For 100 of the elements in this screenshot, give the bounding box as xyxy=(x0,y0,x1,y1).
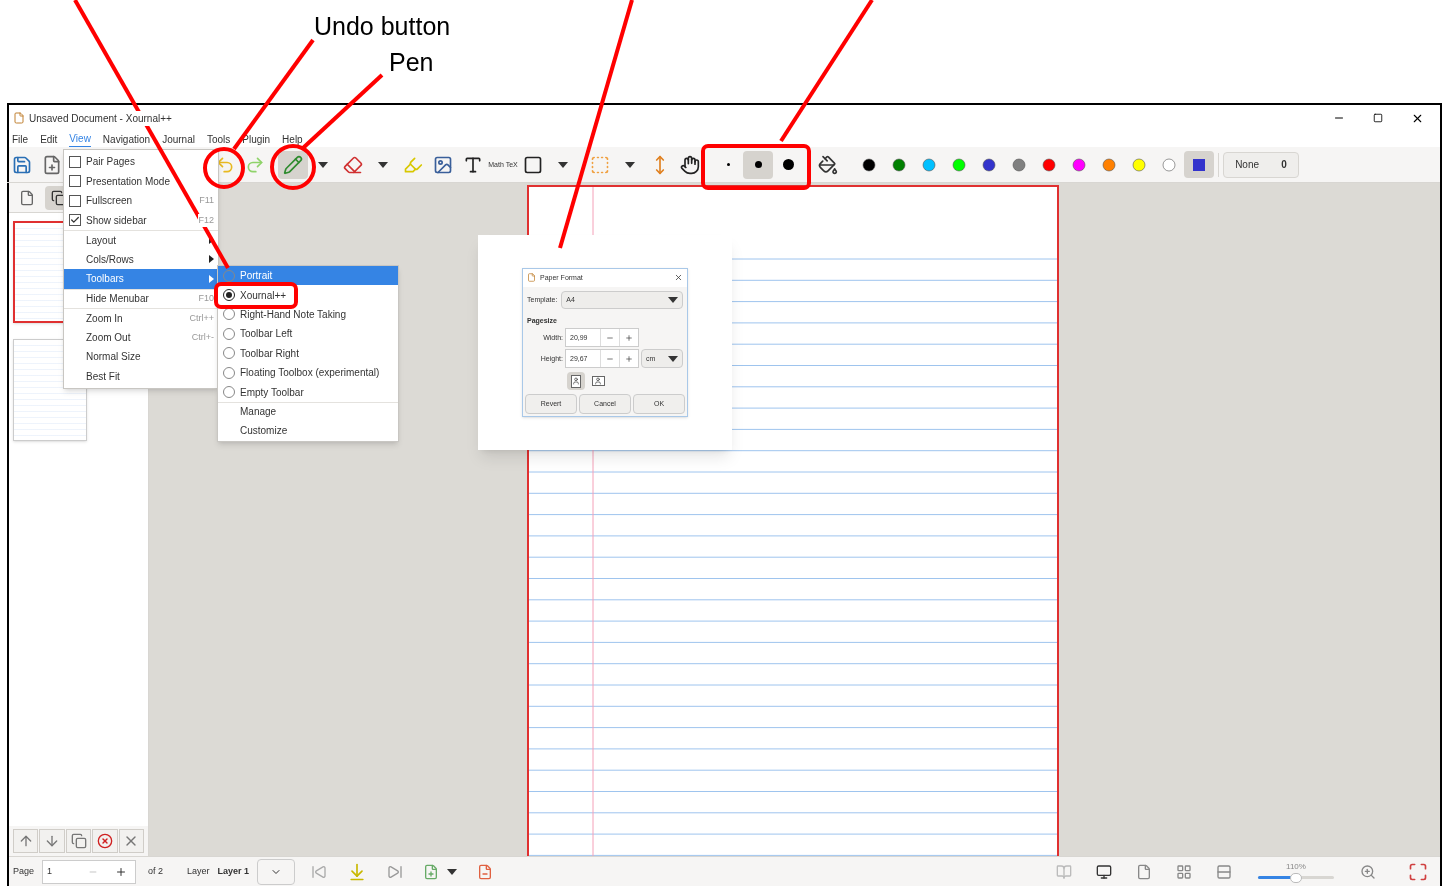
highlight-circle xyxy=(270,144,316,190)
down-page-button[interactable] xyxy=(39,829,65,853)
menu-item-label: Hide Menubar xyxy=(86,292,150,307)
menu-item[interactable]: Presentation Mode xyxy=(64,171,218,191)
menu-item[interactable]: Manage xyxy=(218,401,398,422)
rows-icon[interactable] xyxy=(1216,863,1232,880)
dropdown-caret-icon[interactable] xyxy=(625,161,635,168)
page-number-field[interactable]: 1 xyxy=(42,859,137,884)
menu-title[interactable]: Navigation xyxy=(102,131,151,147)
menu-item[interactable]: Portrait xyxy=(218,266,398,286)
menu-item-label: Presentation Mode xyxy=(86,174,171,189)
size-button[interactable] xyxy=(743,150,773,179)
menu-item[interactable]: Pair Pages xyxy=(64,152,218,172)
menu-item[interactable]: Xournal++ xyxy=(218,285,398,305)
copy-page-button[interactable] xyxy=(65,829,92,853)
delete-page-icon[interactable] xyxy=(477,863,494,880)
menu-title[interactable]: View xyxy=(69,131,91,147)
eraser-icon xyxy=(343,154,363,175)
add-page-icon[interactable] xyxy=(423,863,440,880)
menu-item[interactable]: Empty Toolbar xyxy=(218,382,398,402)
dropdown-caret-icon[interactable] xyxy=(378,161,388,168)
delete-page-button[interactable] xyxy=(92,829,118,853)
menu-item[interactable]: Normal Size xyxy=(64,347,218,367)
app-icon xyxy=(13,112,25,124)
highlighter-icon xyxy=(403,154,423,175)
menu-item-label: Portrait xyxy=(240,269,273,284)
close-page-button[interactable] xyxy=(118,829,145,853)
menu-item-label: Xournal++ xyxy=(240,288,287,303)
menu-item-label: Customize xyxy=(240,424,288,439)
page-label: Page xyxy=(13,864,35,878)
copy-icon xyxy=(70,833,87,849)
dropdown-caret-icon[interactable] xyxy=(558,161,568,168)
menu-item[interactable]: Layout xyxy=(64,230,218,250)
checkbox[interactable] xyxy=(69,214,81,227)
menu-item[interactable]: Show sidebar F12 xyxy=(64,210,218,230)
zoom-level: 110% xyxy=(1286,860,1306,873)
layer-name: Layer 1 xyxy=(217,864,250,878)
window-title: Unsaved Document - Xournal++ xyxy=(29,110,172,126)
plus-icon xyxy=(115,865,128,878)
dropdown-caret-icon[interactable] xyxy=(318,161,328,168)
menu-item-label: Toolbars xyxy=(86,272,125,287)
maximize-icon[interactable] xyxy=(1373,113,1383,123)
checkbox[interactable] xyxy=(69,194,81,207)
menu-item[interactable]: Floating Toolbox (experimental) xyxy=(218,362,398,383)
menu-item-label: Cols/Rows xyxy=(86,252,135,267)
shortcut-label: F12 xyxy=(198,213,214,227)
menu-item[interactable]: Right-Hand Note Taking xyxy=(218,304,398,325)
rectangle-icon xyxy=(523,154,543,175)
caret-icon[interactable] xyxy=(668,296,678,303)
menu-title[interactable]: Help xyxy=(282,131,303,147)
caret-icon[interactable] xyxy=(668,355,678,362)
delete-icon xyxy=(96,833,113,849)
checkbox[interactable] xyxy=(69,175,81,188)
fill-opacity-button[interactable]: None 0 xyxy=(1223,151,1299,178)
menu-item[interactable]: Best Fit xyxy=(64,366,218,386)
monitor-icon[interactable] xyxy=(1096,863,1112,880)
page-icon[interactable] xyxy=(1136,863,1152,880)
hand-icon xyxy=(680,154,700,175)
check-icon xyxy=(70,215,80,226)
plus-icon xyxy=(625,333,633,342)
person-page-icon xyxy=(571,374,581,388)
pen-button[interactable] xyxy=(278,150,308,179)
menu-item[interactable]: Cols/Rows xyxy=(64,249,218,269)
fullscreen-icon[interactable] xyxy=(1408,861,1428,882)
select-rectangle-icon xyxy=(590,154,610,175)
menu-item[interactable]: Customize xyxy=(218,421,398,441)
new-page-icon xyxy=(42,154,62,175)
menu-item[interactable]: Toolbars xyxy=(64,269,218,289)
menu-title[interactable]: Journal xyxy=(162,131,195,147)
menu-item[interactable]: Toolbar Left xyxy=(218,324,398,344)
menu-item[interactable]: Zoom Out Ctrl+- xyxy=(64,327,218,347)
menu-item[interactable]: Toolbar Right xyxy=(218,343,398,363)
menu-item[interactable]: Hide Menubar F10 xyxy=(64,288,218,308)
caret-icon[interactable] xyxy=(447,868,458,875)
up-page-button[interactable] xyxy=(13,829,39,853)
menu-title[interactable]: Edit xyxy=(40,131,58,147)
menu-item-label: Manage xyxy=(240,405,277,420)
grid-icon[interactable] xyxy=(1176,863,1192,880)
menu-item[interactable]: Zoom In Ctrl++ xyxy=(64,308,218,328)
zoom-slider[interactable] xyxy=(1258,872,1334,883)
menu-item-label: Toolbar Left xyxy=(240,327,293,342)
checkbox[interactable] xyxy=(69,155,81,168)
menu-item-label: Toolbar Right xyxy=(240,346,299,361)
menu-title[interactable]: File xyxy=(12,131,29,147)
zoom-in-icon[interactable] xyxy=(1360,863,1376,880)
last-page-icon[interactable] xyxy=(387,863,404,880)
radio-button[interactable] xyxy=(223,289,235,302)
menu-item-label: Floating Toolbox (experimental) xyxy=(240,366,380,381)
menu-item-label: Layout xyxy=(86,233,118,248)
redo-icon xyxy=(245,154,265,175)
pencil-icon xyxy=(283,154,303,175)
menu-title[interactable]: Tools xyxy=(206,131,231,147)
menu-item[interactable]: Fullscreen F11 xyxy=(64,191,218,211)
portrait-button[interactable] xyxy=(567,372,585,391)
menu-item-label: Right-Hand Note Taking xyxy=(240,307,346,322)
menu-item-label: Show sidebar xyxy=(86,213,148,228)
color-button[interactable] xyxy=(1184,151,1214,178)
menu-item-label: Empty Toolbar xyxy=(240,385,304,400)
plus-icon xyxy=(625,354,633,363)
menu-item-label: Normal Size xyxy=(86,350,142,365)
